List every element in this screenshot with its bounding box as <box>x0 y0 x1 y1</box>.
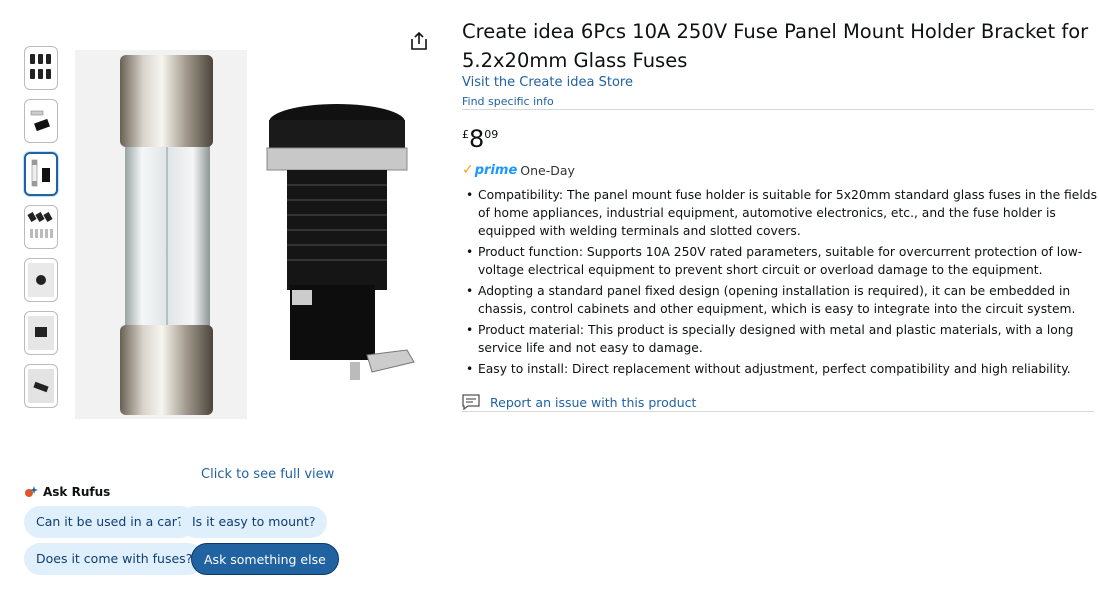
installation-photo-icon <box>28 263 54 297</box>
rufus-suggestion-mount[interactable]: Is it easy to mount? <box>180 506 328 538</box>
prime-check-icon: ✓ <box>462 162 474 178</box>
prime-badge: ✓ prime One-Day <box>462 162 575 178</box>
delivery-speed: One-Day <box>520 162 575 178</box>
thumbnail-3[interactable] <box>24 152 58 196</box>
store-link[interactable]: Visit the Create idea Store <box>462 75 633 90</box>
thumbnail-4[interactable] <box>24 205 58 249</box>
thumbnail-7[interactable] <box>24 364 58 408</box>
price-fraction: 09 <box>484 128 499 141</box>
feature-bullet: Easy to install: Direct replacement with… <box>466 360 1099 378</box>
feature-bullet: Adopting a standard panel fixed design (… <box>466 282 1099 318</box>
full-view-link[interactable]: Click to see full view <box>201 467 334 482</box>
feature-bullets: Compatibility: The panel mount fuse hold… <box>462 186 1099 381</box>
rufus-icon <box>25 486 38 497</box>
fuse-holders-set-icon <box>30 54 51 79</box>
main-product-image[interactable] <box>75 50 247 419</box>
share-button[interactable] <box>408 30 430 52</box>
feature-bullet: Product material: This product is specia… <box>466 321 1099 357</box>
divider <box>462 411 1094 412</box>
feature-bullet: Product function: Supports 10A 250V rate… <box>466 243 1099 279</box>
fuse-and-holder-icon <box>31 159 50 187</box>
price-whole: 8 <box>469 125 485 153</box>
report-issue-label: Report an issue with this product <box>490 394 697 410</box>
prime-label: prime <box>474 162 518 178</box>
find-info-link[interactable]: Find specific info <box>462 95 554 108</box>
ask-something-else-button[interactable]: Ask something else <box>191 543 339 575</box>
installation-photo-icon <box>28 369 54 403</box>
panel-mount-fuse-holder-icon <box>266 104 415 380</box>
rufus-suggestion-fuses[interactable]: Does it come with fuses? <box>24 543 205 575</box>
thumbnail-5[interactable] <box>24 258 58 302</box>
price-symbol: £ <box>462 128 469 141</box>
glass-fuse-image <box>120 55 213 415</box>
fuse-holder-image <box>262 100 422 390</box>
thumbnail-1[interactable] <box>24 46 58 90</box>
price: £809 <box>462 125 498 153</box>
fuse-and-holder-icon <box>30 110 50 132</box>
holders-and-fuses-icon <box>27 212 53 238</box>
feedback-icon <box>462 394 480 410</box>
thumbnail-strip <box>24 46 60 417</box>
rufus-suggestion-car[interactable]: Can it be used in a car? <box>24 506 196 538</box>
report-issue-link[interactable]: Report an issue with this product <box>462 394 696 410</box>
divider <box>462 109 1094 110</box>
ask-rufus-header: Ask Rufus <box>24 485 110 499</box>
installation-photo-icon <box>28 316 54 350</box>
share-icon <box>411 31 427 50</box>
thumbnail-6[interactable] <box>24 311 58 355</box>
ask-rufus-title: Ask Rufus <box>43 485 111 499</box>
product-title: Create idea 6Pcs 10A 250V Fuse Panel Mou… <box>462 20 1089 72</box>
thumbnail-2[interactable] <box>24 99 58 143</box>
feature-bullet: Compatibility: The panel mount fuse hold… <box>466 186 1099 240</box>
